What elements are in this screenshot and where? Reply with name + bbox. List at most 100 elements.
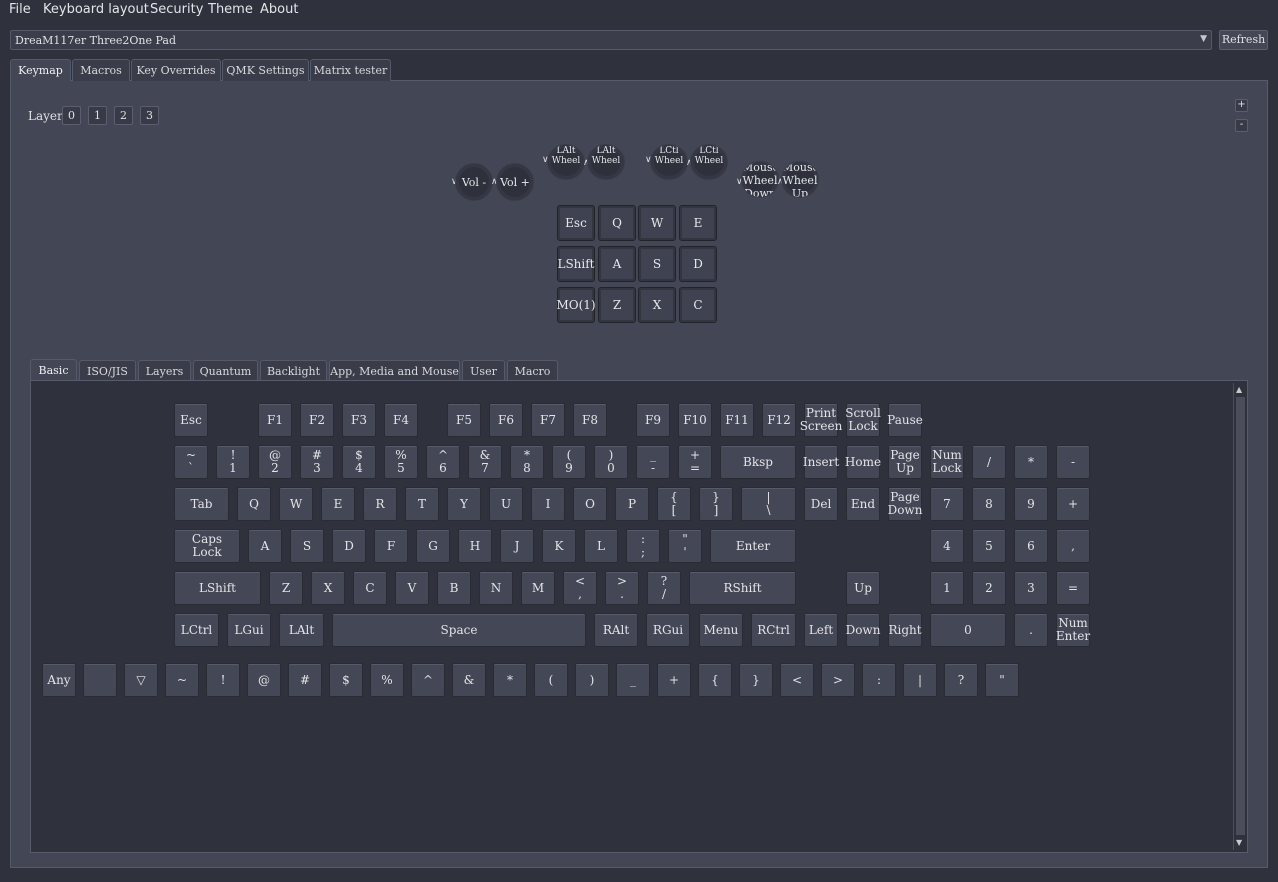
keycode-button[interactable]: ^ 6: [426, 445, 460, 479]
keycode-scrollbar[interactable]: ▲ ▼: [1233, 383, 1246, 850]
keycode-button[interactable]: ? /: [647, 571, 681, 605]
keycode-button[interactable]: F2: [300, 403, 334, 437]
keycode-button[interactable]: C: [353, 571, 387, 605]
tab-quantum[interactable]: Quantum: [193, 360, 258, 381]
scroll-thumb[interactable]: [1236, 397, 1245, 835]
keycode-button[interactable]: " ': [668, 529, 702, 563]
keycode-button[interactable]: W: [279, 487, 313, 521]
menu-theme[interactable]: Theme: [208, 2, 253, 17]
keycode-button[interactable]: Any: [42, 663, 76, 697]
keycode-button[interactable]: LShift: [174, 571, 261, 605]
keymap-key[interactable]: E: [679, 205, 717, 241]
keycode-button[interactable]: Space: [332, 613, 586, 647]
keycode-button[interactable]: Q: [237, 487, 271, 521]
keycode-button[interactable]: J: [500, 529, 534, 563]
keycode-button[interactable]: Down: [846, 613, 880, 647]
keycode-button[interactable]: Num Enter: [1056, 613, 1090, 647]
encoder-3-ccw[interactable]: Mouse Wheel Down: [741, 161, 779, 198]
keycode-button[interactable]: $4: [342, 445, 376, 479]
keycode-button[interactable]: 5: [972, 529, 1006, 563]
keycode-button[interactable]: {: [698, 663, 732, 697]
encoder-1-cw[interactable]: LAlt Wheel: [587, 144, 625, 180]
keycode-button[interactable]: Bksp: [720, 445, 796, 479]
keycode-button[interactable]: 3: [1014, 571, 1048, 605]
keycode-button[interactable]: @2: [258, 445, 292, 479]
tab-matrix-tester[interactable]: Matrix tester: [310, 59, 391, 81]
keycode-button[interactable]: %: [370, 663, 404, 697]
keycode-button[interactable]: }: [739, 663, 773, 697]
encoder-0-ccw[interactable]: Vol -: [455, 163, 493, 201]
keycode-button[interactable]: 4: [930, 529, 964, 563]
keycode-button[interactable]: *: [1014, 445, 1048, 479]
keycode-button[interactable]: Right: [888, 613, 922, 647]
keycode-button[interactable]: #: [288, 663, 322, 697]
keycode-button[interactable]: |: [903, 663, 937, 697]
keycode-button[interactable]: P: [615, 487, 649, 521]
keycode-button[interactable]: ,: [1056, 529, 1090, 563]
keycode-button[interactable]: B: [437, 571, 471, 605]
keycode-button[interactable]: ?: [944, 663, 978, 697]
keycode-button[interactable]: ! 1: [216, 445, 250, 479]
keycode-button[interactable]: #3: [300, 445, 334, 479]
keycode-button[interactable]: Esc: [174, 403, 208, 437]
keycode-button[interactable]: ): [575, 663, 609, 697]
layer-2-button[interactable]: 2: [114, 106, 133, 125]
keycode-button[interactable]: ": [985, 663, 1019, 697]
keycode-button[interactable]: &: [452, 663, 486, 697]
keymap-key[interactable]: C: [679, 287, 717, 323]
tab-iso-jis[interactable]: ISO/JIS: [79, 360, 136, 381]
scroll-down-icon[interactable]: ▼: [1236, 838, 1242, 847]
keycode-button[interactable]: RShift: [689, 571, 796, 605]
zoom-in-button[interactable]: +: [1235, 99, 1248, 112]
keymap-key[interactable]: W: [638, 205, 676, 241]
encoder-3-cw[interactable]: Mouse Wheel Up: [781, 161, 819, 198]
device-select[interactable]: DreaM117er Three2One Pad ▼: [10, 30, 1212, 50]
menu-file[interactable]: File: [9, 2, 31, 17]
keycode-button[interactable]: Page Down: [888, 487, 922, 521]
keycode-button[interactable]: V: [395, 571, 429, 605]
keycode-button[interactable]: T: [405, 487, 439, 521]
keycode-button[interactable]: ~: [165, 663, 199, 697]
keycode-button[interactable]: X: [311, 571, 345, 605]
menu-about[interactable]: About: [260, 2, 298, 17]
keycode-button[interactable]: K: [542, 529, 576, 563]
keymap-key[interactable]: S: [638, 246, 676, 282]
keycode-button[interactable]: +: [1056, 487, 1090, 521]
keycode-button[interactable]: <,: [563, 571, 597, 605]
keycode-button[interactable]: Print Screen: [800, 403, 842, 437]
keycode-button[interactable]: Left: [804, 613, 838, 647]
keycode-button[interactable]: R: [363, 487, 397, 521]
keycode-button[interactable]: (: [534, 663, 568, 697]
keycode-button[interactable]: A: [248, 529, 282, 563]
keycode-button[interactable]: N: [479, 571, 513, 605]
keycode-button[interactable]: Home: [845, 445, 881, 479]
keycode-button[interactable]: S: [290, 529, 324, 563]
encoder-2-cw[interactable]: LCtl Wheel: [690, 144, 728, 180]
keycode-button[interactable]: O: [573, 487, 607, 521]
keycode-button[interactable]: RGui: [646, 613, 690, 647]
keycode-button[interactable]: Tab: [174, 487, 229, 521]
keycode-button[interactable]: 9: [1014, 487, 1048, 521]
tab-macro[interactable]: Macro: [507, 360, 558, 381]
keycode-button[interactable]: U: [489, 487, 523, 521]
keycode-button[interactable]: >: [821, 663, 855, 697]
keycode-button[interactable]: ^: [411, 663, 445, 697]
keycode-button[interactable]: F8: [573, 403, 607, 437]
keycode-button[interactable]: +: [657, 663, 691, 697]
encoder-0-cw[interactable]: Vol +: [496, 163, 534, 201]
keycode-button[interactable]: /: [972, 445, 1006, 479]
tab-app-media-mouse[interactable]: App, Media and Mouse: [329, 360, 460, 381]
keycode-button[interactable]: F6: [489, 403, 523, 437]
tab-qmk-settings[interactable]: QMK Settings: [222, 59, 309, 81]
keycode-button[interactable]: F10: [678, 403, 712, 437]
keycode-button[interactable]: 1: [930, 571, 964, 605]
keycode-button[interactable]: !: [206, 663, 240, 697]
zoom-out-button[interactable]: -: [1235, 119, 1248, 132]
keycode-button[interactable]: 8: [972, 487, 1006, 521]
keycode-button[interactable]: RAlt: [594, 613, 638, 647]
keycode-button[interactable]: }]: [699, 487, 733, 521]
keycode-button[interactable]: F12: [762, 403, 796, 437]
keycode-button[interactable]: M: [521, 571, 555, 605]
keycode-button[interactable]: RCtrl: [751, 613, 796, 647]
keycode-button[interactable]: .: [1014, 613, 1048, 647]
